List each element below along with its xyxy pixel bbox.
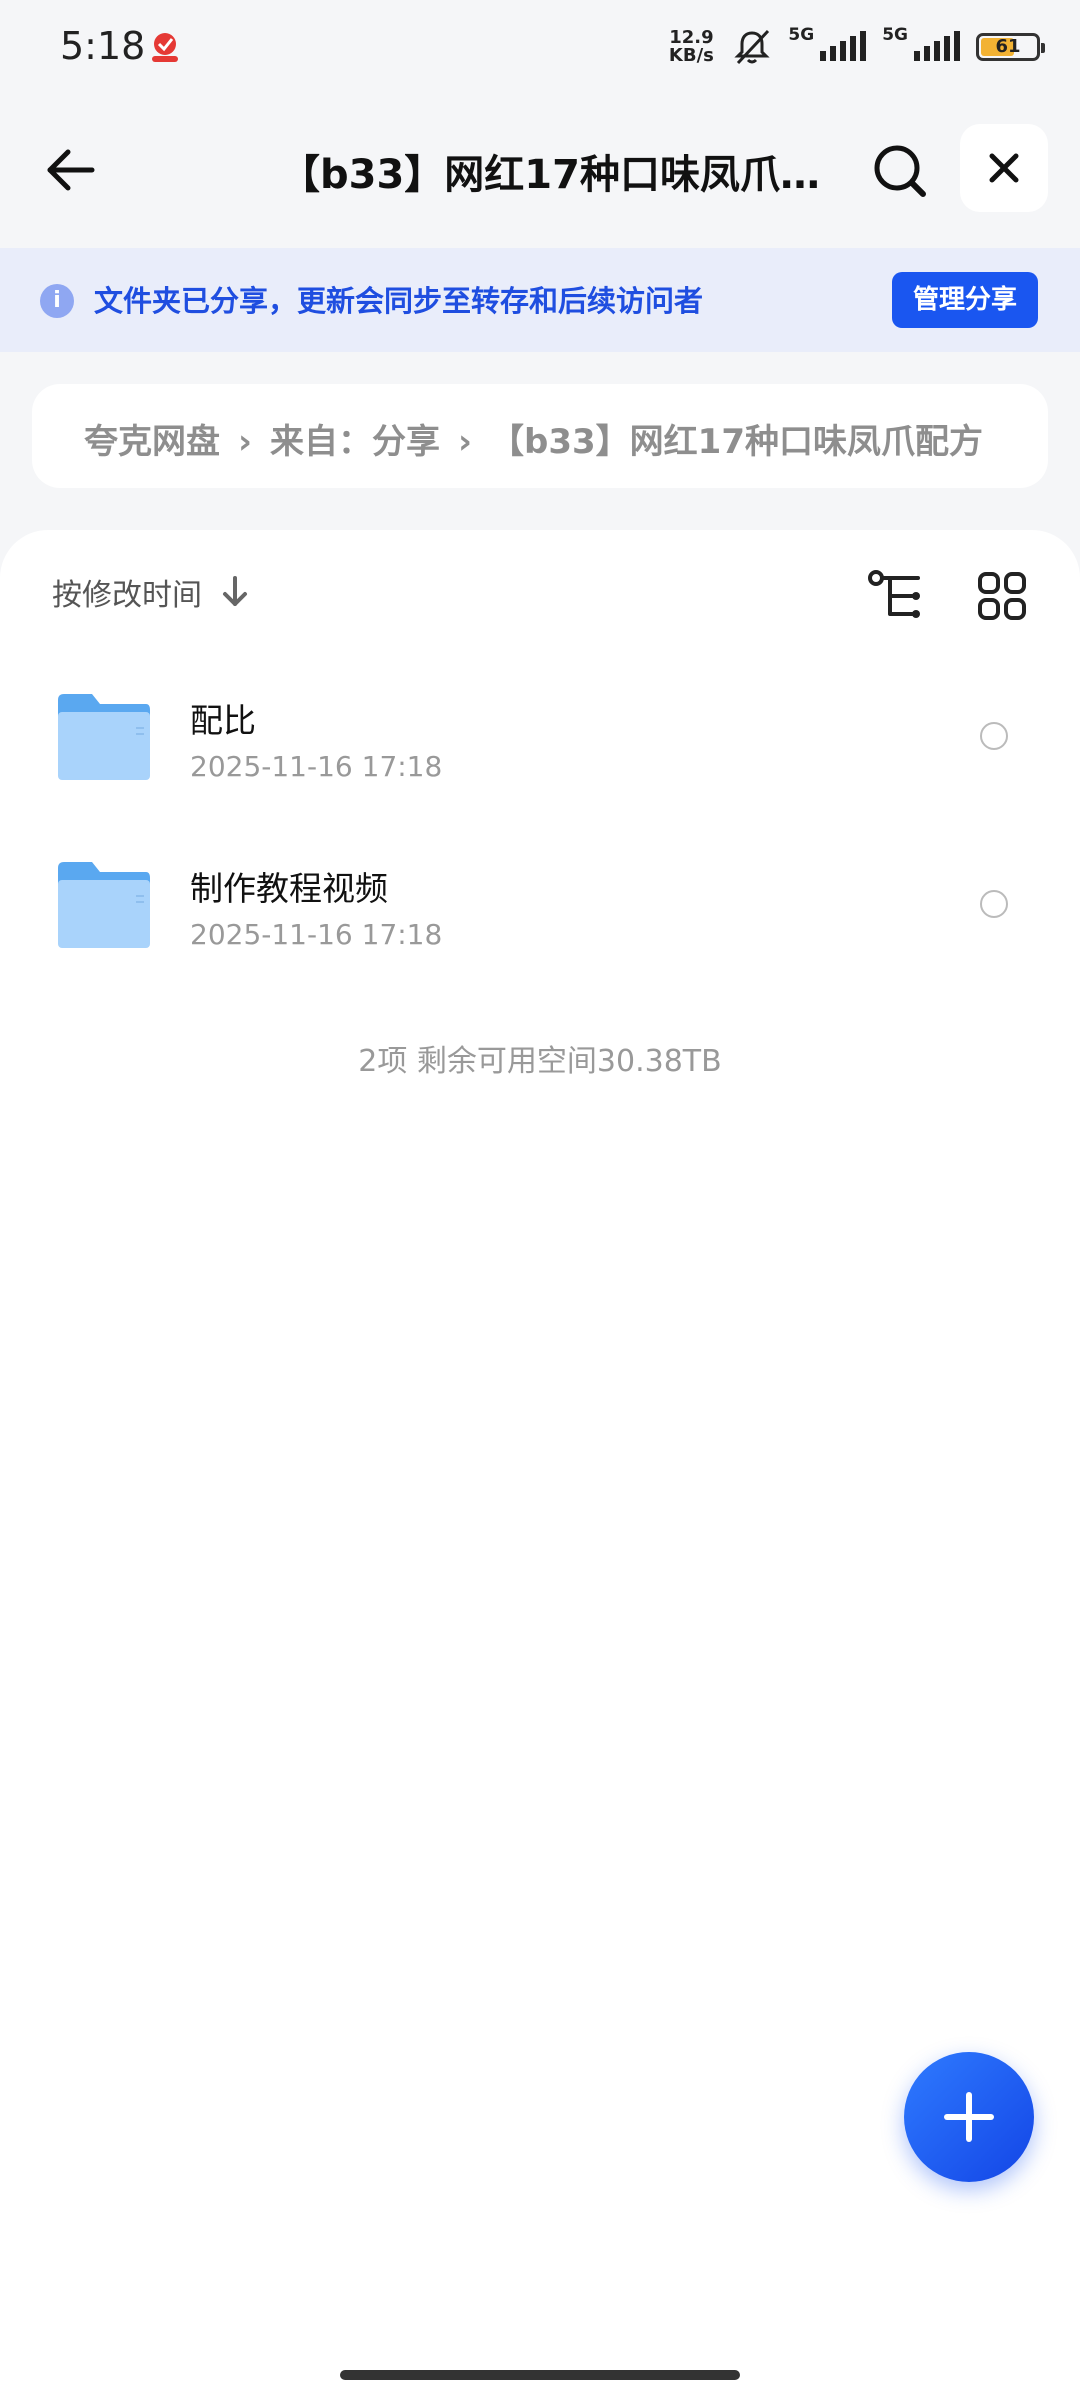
folder-icon [58, 862, 150, 948]
list-item[interactable]: 制作教程视频 2025-11-16 17:18 [0, 832, 1080, 1000]
sort-selector[interactable]: 按修改时间 [52, 570, 250, 614]
back-button[interactable] [38, 138, 102, 202]
signal-strength-icon [820, 31, 867, 61]
file-date: 2025-11-16 17:18 [190, 750, 443, 783]
breadcrumb-separator: › [458, 422, 473, 462]
share-status-banner: i 文件夹已分享，更新会同步至转存和后续访问者 管理分享 [0, 248, 1080, 352]
app-notification-icon [152, 33, 178, 62]
mute-bell-icon [734, 29, 771, 65]
breadcrumb: 夸克网盘 › 来自：分享 › 【b33】网红17种口味凤爪配方 [32, 384, 1048, 488]
network-speed: 12.9 KB/s [666, 29, 716, 65]
battery-icon: 61 [976, 33, 1045, 61]
close-button[interactable] [960, 124, 1048, 212]
manage-share-button[interactable]: 管理分享 [892, 272, 1038, 328]
signal-label-2: 5G [882, 25, 908, 45]
search-icon [874, 145, 926, 197]
plus-icon [944, 2092, 994, 2142]
select-checkbox[interactable] [980, 722, 1008, 750]
storage-summary: 2项 剩余可用空间30.38TB [358, 1044, 722, 1079]
list-item[interactable]: 配比 2025-11-16 17:18 [0, 664, 1080, 832]
quark-drive-folder-page: 5:18 12.9 KB/s 5G 5G 61 【b33】网红17种口味凤爪… … [0, 0, 1080, 2400]
file-name: 制作教程视频 [190, 869, 388, 908]
select-checkbox[interactable] [980, 890, 1008, 918]
battery-level: 61 [995, 36, 1021, 57]
folder-icon [58, 694, 150, 780]
status-time: 5:18 [60, 24, 146, 68]
add-button[interactable] [904, 2052, 1034, 2182]
folder-tree-icon[interactable] [866, 566, 926, 626]
grid-view-icon[interactable] [972, 566, 1032, 626]
breadcrumb-separator: › [238, 422, 253, 462]
top-app-bar: 【b33】网红17种口味凤爪… [0, 110, 1080, 230]
home-indicator[interactable] [340, 2370, 740, 2380]
close-icon [989, 153, 1019, 183]
breadcrumb-item-from-share[interactable]: 来自：分享 [270, 422, 440, 462]
file-date: 2025-11-16 17:18 [190, 918, 443, 951]
signal-strength-icon [914, 31, 960, 61]
file-name: 配比 [190, 701, 256, 740]
arrow-down-icon [223, 576, 247, 606]
breadcrumb-item-root[interactable]: 夸克网盘 [84, 422, 220, 462]
share-banner-text: 文件夹已分享，更新会同步至转存和后续访问者 [94, 284, 704, 318]
info-icon: i [40, 284, 74, 318]
sort-label: 按修改时间 [52, 578, 202, 613]
status-bar: 5:18 12.9 KB/s 5G 5G 61 [0, 0, 1080, 96]
signal-label-1: 5G [788, 25, 815, 45]
arrow-left-icon [47, 149, 95, 191]
page-title: 【b33】网红17种口味凤爪… [280, 152, 820, 198]
status-icons: 12.9 KB/s 5G 5G 61 [666, 22, 1045, 72]
breadcrumb-item-current: 【b33】网红17种口味凤爪配方 [490, 422, 983, 462]
breadcrumb-path: 夸克网盘 › 来自：分享 › 【b33】网红17种口味凤爪配方 [84, 414, 1030, 463]
search-button[interactable] [864, 136, 934, 206]
network-speed-unit: KB/s [668, 45, 714, 66]
